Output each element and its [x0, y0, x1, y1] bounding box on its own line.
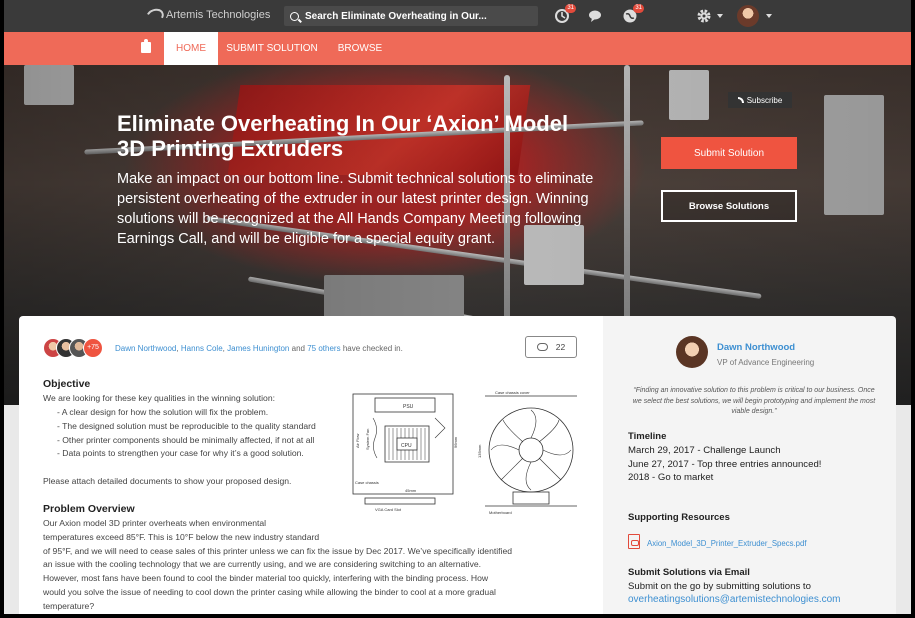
notifications-badge: 31 [633, 4, 644, 13]
diagram-dim-96: 96mm [453, 436, 458, 448]
checkin-text: Dawn Northwood, Hanns Cole, James Huning… [115, 344, 403, 353]
resources-heading: Supporting Resources [628, 512, 730, 523]
rss-icon [737, 97, 744, 103]
diagram-psu-label: PSU [403, 404, 414, 410]
checkin-avatars[interactable]: +75 [43, 338, 107, 358]
notifications-button[interactable]: 31 [622, 4, 644, 24]
checkin-user-link[interactable]: Dawn Northwood [115, 344, 176, 353]
objective-intro: We are looking for these key qualities i… [43, 393, 276, 403]
cooling-diagram: PSU CPU Air Flow System Fan Case chassis… [345, 388, 587, 528]
timeline-item: 2018 - Go to market [628, 472, 714, 483]
user-chevron-down-icon[interactable] [766, 14, 772, 18]
diagram-dim-135: 135mm [477, 444, 482, 458]
problem-heading: Problem Overview [43, 503, 135, 515]
hero-description: Make an impact on our bottom line. Submi… [117, 171, 594, 247]
sponsor-sidebar: Dawn Northwood VP of Advance Engineering… [603, 316, 896, 614]
user-avatar[interactable] [737, 5, 759, 27]
problem-line: However, most fans have been found to co… [43, 573, 489, 584]
comment-icon [536, 343, 548, 351]
list-item: - The designed solution must be reproduc… [57, 420, 316, 431]
nav-bar: HOME SUBMIT SOLUTION BROWSE [4, 32, 911, 65]
pdf-icon [628, 534, 640, 549]
email-text: Submit on the go by submitting solutions… [628, 581, 811, 592]
problem-line: would you solve the issue of needing to … [43, 586, 496, 597]
problem-line: an issue with the cooling technology tha… [43, 559, 482, 570]
list-item: - Data points to strengthen your case fo… [57, 448, 304, 459]
resource-file-link[interactable]: Axion_Model_3D_Printer_Extruder_Specs.pd… [647, 539, 807, 548]
search-icon [290, 11, 299, 21]
settings-chevron-down-icon[interactable] [717, 14, 723, 18]
email-heading: Submit Solutions via Email [628, 567, 750, 578]
nav-submit-solution[interactable]: SUBMIT SOLUTION [222, 32, 322, 65]
gear-icon [697, 9, 711, 23]
settings-button[interactable] [696, 8, 712, 24]
logo-icon [144, 7, 162, 23]
chat-icon [589, 10, 601, 22]
checkin-user-link[interactable]: Hanns Cole [181, 344, 223, 353]
puzzle-icon[interactable] [141, 39, 151, 53]
diagram-vga-label: VGA Card Slot [375, 507, 402, 512]
problem-line: of 95°F, and we will need to cease sales… [43, 545, 513, 556]
timeline-heading: Timeline [628, 431, 667, 442]
sponsor-name[interactable]: Dawn Northwood [717, 342, 795, 353]
messages-button[interactable] [588, 8, 604, 24]
sponsor-role: VP of Advance Engineering [717, 358, 815, 367]
diagram-systemfan-label: System Fan [365, 429, 370, 450]
search-input[interactable]: Search Eliminate Overheating in Our... [284, 6, 538, 26]
diagram-cpu-label: CPU [401, 443, 412, 449]
sponsor-quote: “Finding an innovative solution to this … [632, 387, 876, 415]
problem-text: Our Axion model 3D printer overheats whe… [43, 517, 593, 614]
subscribe-label: Subscribe [746, 95, 783, 105]
email-address-link[interactable]: overheatingsolutions@artemistechnologies… [628, 594, 841, 605]
top-bar: Artemis Technologies Search Eliminate Ov… [4, 0, 911, 32]
diagram-casecover-label: Case chassis cover [495, 390, 530, 395]
checkin-user-link[interactable]: James Hunington [227, 344, 289, 353]
logo[interactable]: Artemis Technologies [144, 7, 270, 23]
sponsor-avatar[interactable] [676, 336, 708, 368]
list-item: - A clear design for how the solution wi… [57, 407, 269, 417]
browse-solutions-button[interactable]: Browse Solutions [661, 190, 797, 222]
diagram-motherboard-label: Motherboard [489, 510, 512, 515]
activity-badge: 31 [565, 4, 576, 13]
page-title: Eliminate Overheating In Our ‘Axion’ Mod… [117, 111, 569, 161]
attach-instructions: Please attach detailed documents to show… [43, 476, 292, 486]
checkin-extra-count[interactable]: +75 [83, 338, 103, 358]
logo-text: Artemis Technologies [166, 9, 271, 21]
problem-line: temperature? [43, 600, 95, 611]
separator: , [176, 344, 179, 353]
comment-count: 22 [555, 342, 566, 352]
diagram-chassis-label: Case chassis [355, 480, 379, 485]
submit-solution-button[interactable]: Submit Solution [661, 137, 797, 169]
timeline-item: March 29, 2017 - Challenge Launch [628, 445, 781, 456]
checkin-others-link[interactable]: 75 others [307, 344, 340, 353]
search-text: Search Eliminate Overheating in Our... [305, 10, 487, 22]
diagram-airflow-label: Air Flow [355, 433, 360, 448]
timeline-item: June 27, 2017 - Top three entries announ… [628, 458, 822, 470]
checkin-and: and [291, 344, 305, 353]
problem-line: temperatures exceed 85°F. This is 10°F b… [43, 531, 320, 542]
app-frame: Artemis Technologies Search Eliminate Ov… [4, 0, 911, 614]
objective-heading: Objective [43, 378, 91, 390]
list-item: - Other printer components should be min… [57, 434, 315, 445]
separator: , [222, 344, 225, 353]
timeline-list: March 29, 2017 - Challenge Launch June 2… [628, 444, 821, 485]
activity-button[interactable]: 31 [554, 4, 576, 24]
nav-home[interactable]: HOME [164, 32, 218, 65]
comments-button[interactable]: 22 [525, 336, 577, 358]
nav-browse[interactable]: BROWSE [330, 32, 390, 65]
objective-list: - A clear design for how the solution wi… [57, 406, 316, 461]
checkin-suffix: have checked in. [342, 344, 403, 353]
subscribe-button[interactable]: Subscribe [728, 92, 792, 108]
diagram-dim-45: 45mm [405, 488, 417, 493]
challenge-details-card: +75 Dawn Northwood, Hanns Cole, James Hu… [19, 316, 603, 614]
